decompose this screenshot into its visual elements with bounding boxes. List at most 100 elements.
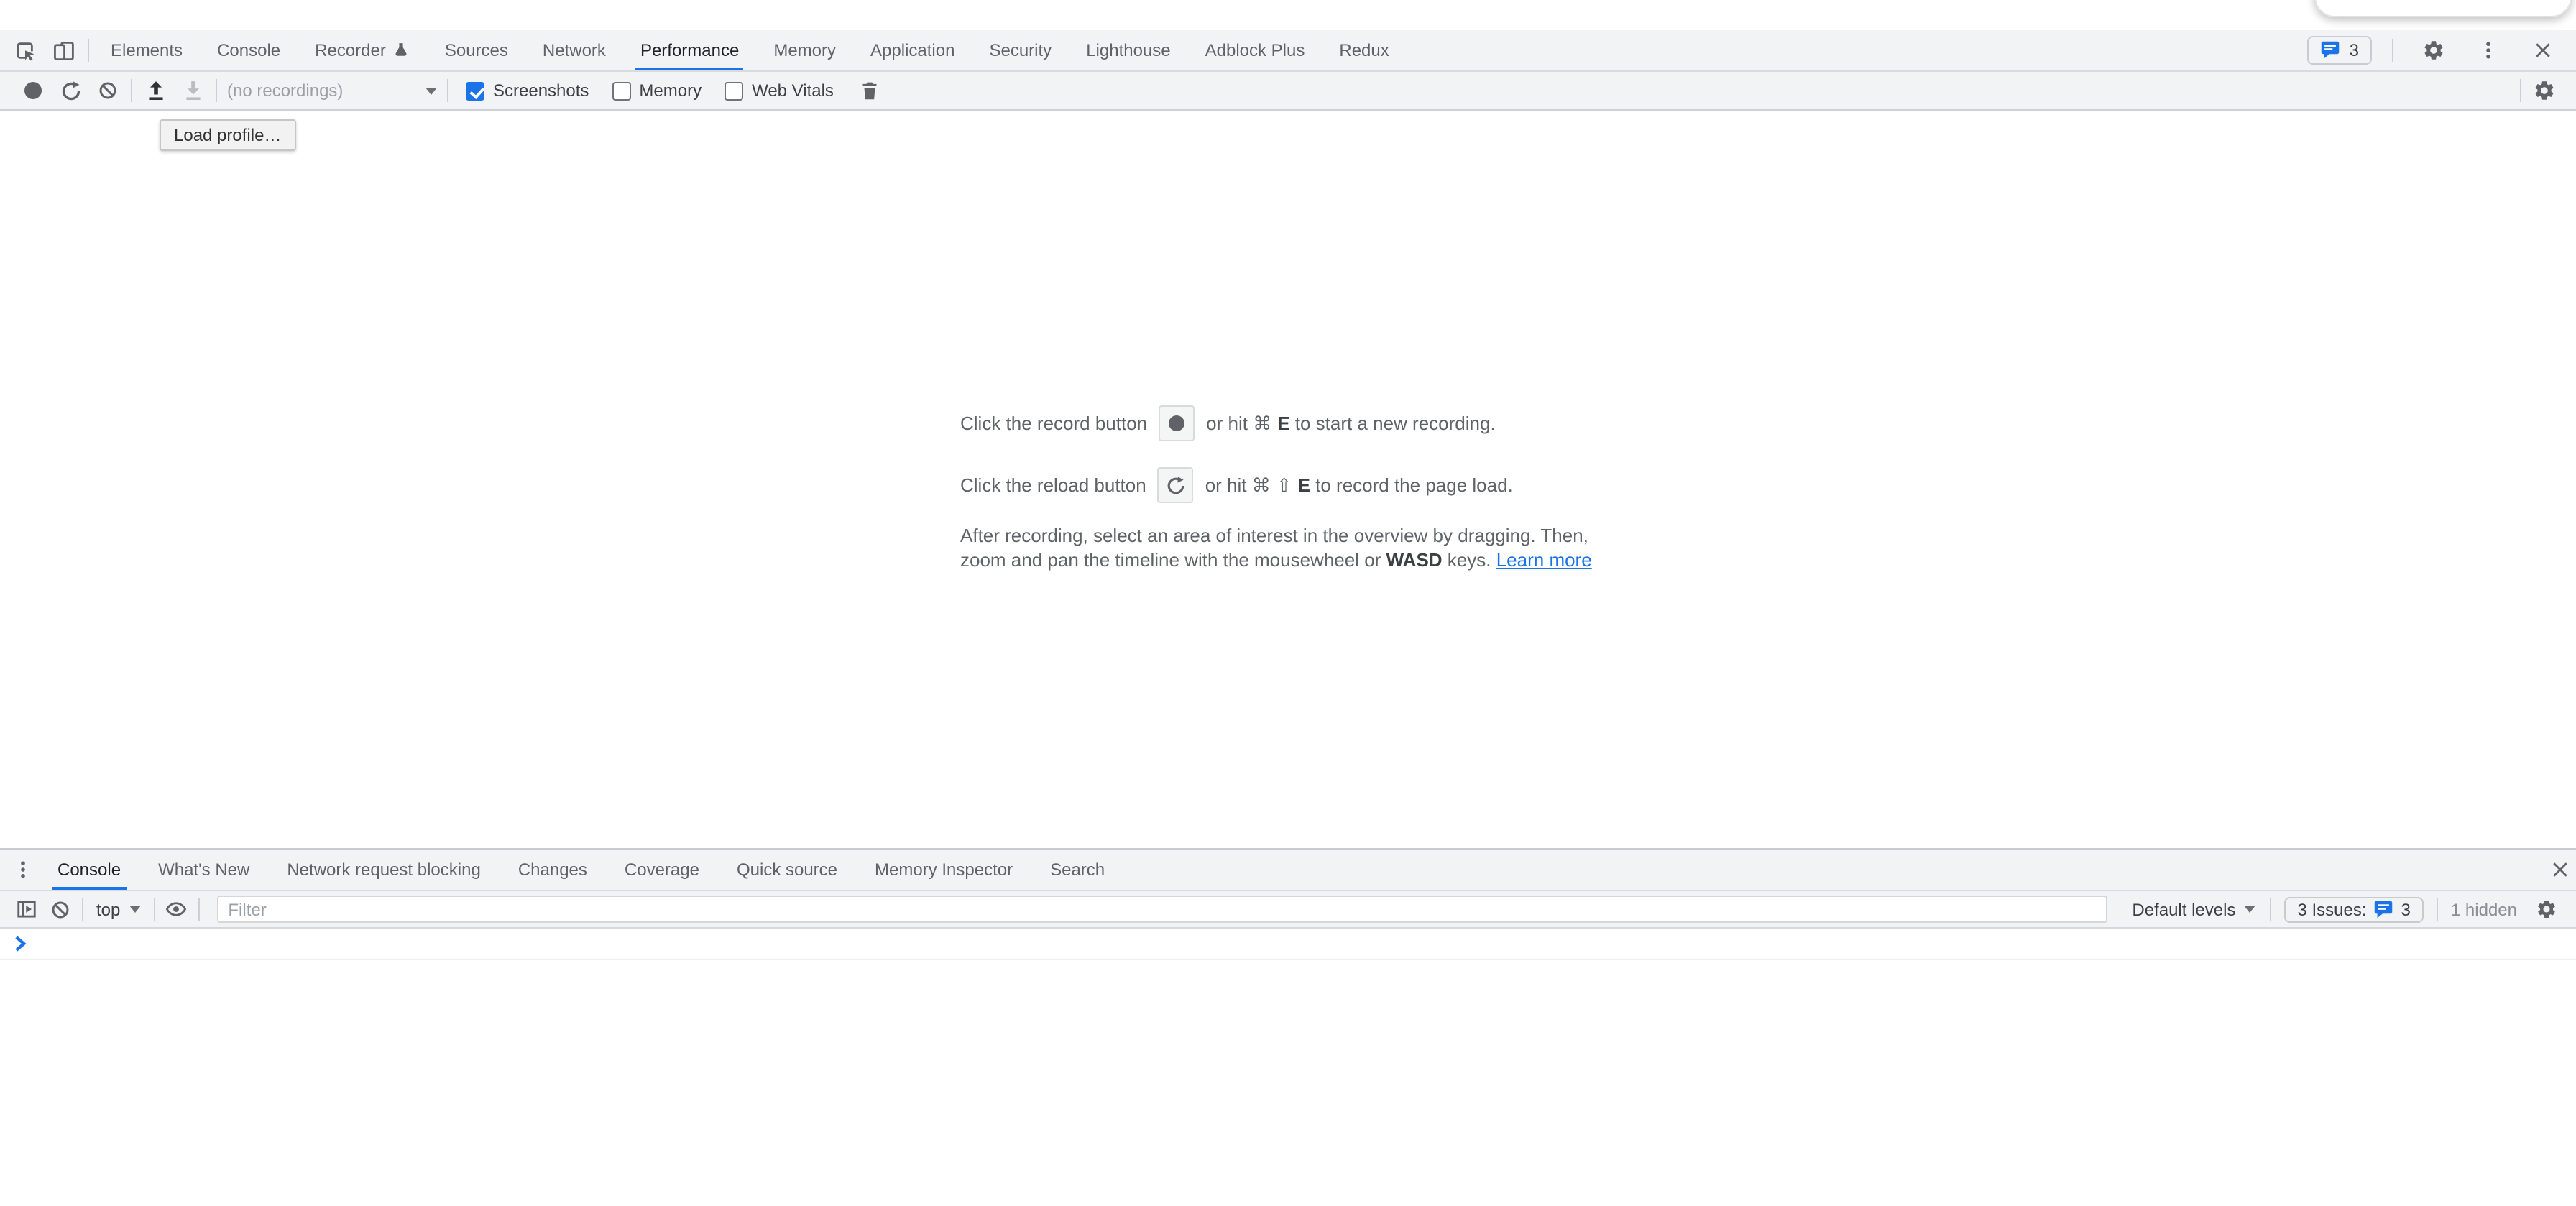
cmd-key-symbol: ⌘ — [1252, 474, 1271, 495]
cmd-key-symbol: ⌘ — [1253, 412, 1271, 433]
web-vitals-checkbox-group[interactable]: Web Vitals — [724, 80, 834, 101]
hidden-messages-label[interactable]: 1 hidden — [2451, 899, 2517, 919]
drawer-tab-memory-inspector[interactable]: Memory Inspector — [856, 850, 1031, 890]
tab-label: Sources — [445, 40, 508, 60]
devtools-window: Elements Console Recorder Sources Networ… — [0, 0, 2576, 1206]
clear-console-button[interactable] — [43, 893, 78, 926]
console-sidebar-toggle-button[interactable] — [9, 893, 43, 926]
divider — [216, 79, 217, 102]
chevron-down-icon — [129, 906, 140, 913]
tab-lighthouse[interactable]: Lighthouse — [1069, 30, 1187, 70]
drawer-tab-search[interactable]: Search — [1031, 850, 1123, 890]
screenshots-label: Screenshots — [493, 80, 589, 101]
tab-performance[interactable]: Performance — [623, 30, 756, 70]
clear-recording-button[interactable] — [89, 73, 126, 108]
performance-toolbar: (no recordings) Screenshots Memory Web V… — [0, 72, 2576, 111]
inspect-element-button[interactable] — [6, 30, 45, 70]
tab-redux[interactable]: Redux — [1322, 30, 1406, 70]
drawer-tab-whats-new[interactable]: What's New — [139, 850, 268, 890]
gear-icon — [2421, 39, 2444, 62]
drawer-menu-button[interactable] — [7, 850, 39, 890]
reload-button-illustration — [1158, 467, 1194, 503]
divider — [2392, 39, 2393, 62]
memory-checkbox-group[interactable]: Memory — [612, 80, 702, 101]
tab-network[interactable]: Network — [525, 30, 623, 70]
tab-elements[interactable]: Elements — [93, 30, 200, 70]
record-button[interactable] — [14, 73, 52, 108]
eye-icon — [165, 898, 187, 920]
close-devtools-button[interactable] — [2523, 40, 2562, 60]
browser-popup-remnant — [2314, 0, 2572, 17]
garbage-collect-button[interactable] — [851, 73, 888, 108]
console-settings-button[interactable] — [2529, 893, 2563, 926]
screenshots-checkbox-group[interactable]: Screenshots — [466, 80, 589, 101]
reload-icon — [60, 80, 81, 101]
tab-application[interactable]: Application — [853, 30, 972, 70]
save-profile-button[interactable] — [174, 73, 211, 108]
tab-label: Search — [1050, 860, 1105, 880]
drawer-tab-network-request-blocking[interactable]: Network request blocking — [268, 850, 499, 890]
ban-icon — [50, 899, 70, 919]
after-recording-paragraph: After recording, select an area of inter… — [960, 525, 1616, 572]
tab-memory[interactable]: Memory — [756, 30, 853, 70]
tab-console[interactable]: Console — [200, 30, 298, 70]
divider — [2520, 79, 2521, 102]
kebab-menu-icon — [2478, 40, 2498, 60]
divider — [88, 39, 89, 62]
tab-label: Console — [58, 860, 121, 880]
console-prompt[interactable] — [0, 929, 2576, 960]
drawer-tab-quick-source[interactable]: Quick source — [718, 850, 856, 890]
top-strip — [0, 0, 2576, 30]
issues-bubble-icon — [2374, 899, 2394, 919]
device-toolbar-button[interactable] — [45, 30, 83, 70]
console-toolbar: top Default levels 3 Issues: 3 1 hidden — [0, 891, 2576, 929]
tab-label: Lighthouse — [1086, 40, 1170, 60]
javascript-context-select[interactable]: top — [96, 899, 140, 919]
drawer-tab-coverage[interactable]: Coverage — [606, 850, 718, 890]
issues-counter-button[interactable]: 3 Issues: 3 — [2284, 896, 2423, 922]
recordings-select[interactable]: (no recordings) — [227, 80, 437, 101]
tab-label: Redux — [1339, 40, 1389, 60]
log-levels-select[interactable]: Default levels — [2132, 899, 2255, 919]
tabbar-right-controls: 3 — [2308, 30, 2576, 70]
record-hint-suffix: or hit ⌘E to start a new recording. — [1206, 412, 1496, 435]
create-live-expression-button[interactable] — [159, 893, 193, 926]
tab-label: Performance — [640, 40, 739, 60]
tab-label: Quick source — [737, 860, 837, 880]
record-hint-row: Click the record button or hit ⌘E to sta… — [960, 405, 1616, 441]
tab-label: Memory Inspector — [875, 860, 1013, 880]
memory-label: Memory — [639, 80, 702, 101]
tab-adblock-plus[interactable]: Adblock Plus — [1188, 30, 1322, 70]
tab-label: Coverage — [625, 860, 699, 880]
record-icon — [1169, 415, 1184, 431]
divider — [447, 79, 448, 102]
divider — [153, 898, 155, 921]
capture-settings-button[interactable] — [2526, 73, 2563, 108]
context-select-value: top — [96, 899, 120, 919]
load-profile-button[interactable] — [137, 73, 174, 108]
console-filter-input[interactable] — [216, 896, 2107, 923]
divider — [2270, 898, 2271, 921]
e-key: E — [1277, 412, 1289, 433]
drawer-tab-console[interactable]: Console — [39, 850, 139, 890]
learn-more-link[interactable]: Learn more — [1496, 548, 1592, 570]
settings-button[interactable] — [2414, 39, 2452, 62]
tab-security[interactable]: Security — [972, 30, 1069, 70]
screenshots-checkbox[interactable] — [466, 81, 484, 100]
tab-label: What's New — [158, 860, 249, 880]
tab-sources[interactable]: Sources — [428, 30, 525, 70]
memory-checkbox[interactable] — [612, 81, 630, 100]
tooltip-text: Load profile… — [174, 125, 281, 145]
recordings-select-value: (no recordings) — [227, 80, 343, 101]
more-options-button[interactable] — [2468, 40, 2507, 60]
issues-badge[interactable]: 3 — [2308, 36, 2372, 65]
reload-and-record-button[interactable] — [52, 73, 89, 108]
close-drawer-button[interactable] — [2544, 850, 2576, 890]
drawer-tab-changes[interactable]: Changes — [500, 850, 606, 890]
tab-label: Network — [543, 40, 606, 60]
upload-icon — [144, 80, 166, 101]
web-vitals-checkbox[interactable] — [724, 81, 743, 100]
tab-recorder[interactable]: Recorder — [298, 30, 428, 70]
tab-label: Elements — [111, 40, 183, 60]
hint-text: or hit — [1205, 474, 1252, 495]
